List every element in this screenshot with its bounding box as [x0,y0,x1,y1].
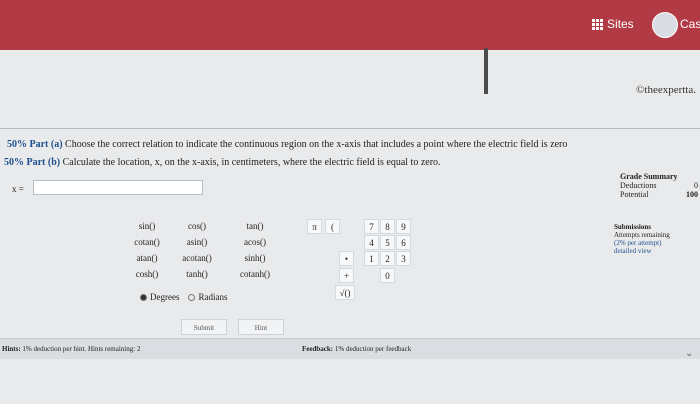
pi-button[interactable]: π [307,219,322,234]
part-a-label: 50% Part (a) [7,139,63,150]
sin-button[interactable]: sin() [122,221,172,231]
sqrt-button[interactable]: √() [335,285,355,300]
footer-bar: Hints: 1% deduction per hint. Hints rema… [0,338,700,359]
angle-mode: Degrees Radians [140,292,227,302]
plus-button[interactable]: + [339,268,354,283]
acos-button[interactable]: acos() [230,237,280,247]
key-0[interactable]: 0 [380,268,395,283]
user-label[interactable]: Cas [680,17,700,31]
key-1[interactable]: 1 [364,251,379,266]
key-9[interactable]: 9 [396,219,411,234]
deductions-label: Deductions [620,181,657,190]
degrees-label: Degrees [150,292,180,302]
key-3[interactable]: 3 [396,251,411,266]
feedback-label: Feedback: [302,345,334,353]
part-a-text: Choose the correct relation to indicate … [65,139,568,150]
radians-radio[interactable] [188,293,196,301]
paren-button[interactable]: ( [325,219,340,234]
part-b: 50% Part (b) Calculate the location, x, … [4,157,441,168]
cosh-button[interactable]: cosh() [122,269,172,279]
tan-button[interactable]: tan() [230,221,280,231]
dot-button[interactable]: • [339,251,354,266]
grid-icon [592,18,603,30]
key-4[interactable]: 4 [364,235,379,250]
submissions-title: Submissions [614,223,651,231]
x-label: x = [12,184,24,194]
submit-button[interactable]: Submit [181,319,227,335]
hints-text: deduction per hint. Hints remaining: [33,345,136,353]
deductions-value: 0 [694,181,698,190]
key-8[interactable]: 8 [380,219,395,234]
part-a: 50% Part (a) Choose the correct relation… [7,139,567,150]
x-input[interactable] [33,180,203,195]
detailed-view-link[interactable]: detailed view [614,247,670,255]
hint-button[interactable]: Hint [238,319,284,335]
feedback-info: Feedback: 1% deduction per feedback [302,345,411,353]
submissions: Submissions Attempts remaining (2% per a… [614,223,670,255]
key-2[interactable]: 2 [380,251,395,266]
asin-button[interactable]: asin() [172,237,222,247]
sinh-button[interactable]: sinh() [230,253,280,263]
key-5[interactable]: 5 [380,235,395,250]
separator [0,128,700,129]
hints-remaining: 2 [136,345,141,353]
key-6[interactable]: 6 [396,235,411,250]
grade-title: Grade Summary [620,172,678,181]
hints-pct: 1% [22,345,32,353]
atan-button[interactable]: atan() [122,253,172,263]
hints-label: Hints: [2,345,21,353]
feedback-pct: 1% [334,345,345,353]
part-b-text: Calculate the location, x, on the x-axis… [62,157,441,168]
per-attempt: (2% per attempt) [614,239,662,247]
chevron-down-icon[interactable]: ⌄ [685,348,693,359]
acotan-button[interactable]: acotan() [172,253,222,263]
brand-text: ©theexpertta. [636,84,696,96]
attempts-remaining: Attempts remaining [614,231,670,239]
cotan-button[interactable]: cotan() [122,237,172,247]
sites-label: Sites [607,17,634,31]
sites-menu[interactable]: Sites [592,17,634,31]
tanh-button[interactable]: tanh() [172,269,222,279]
degrees-radio[interactable] [140,293,147,301]
cos-button[interactable]: cos() [172,221,222,231]
radians-label: Radians [198,292,228,302]
top-bar: Sites Cas [0,0,700,50]
feedback-text: deduction per feedback [345,345,412,353]
cotanh-button[interactable]: cotanh() [230,269,280,279]
avatar[interactable] [652,12,678,38]
potential-label: Potential [620,190,649,199]
hints-info: Hints: 1% deduction per hint. Hints rema… [2,345,140,353]
grade-summary: Grade Summary Deductions 0 Potential 100 [620,172,698,199]
part-b-label: 50% Part (b) [4,157,61,168]
key-7[interactable]: 7 [364,219,379,234]
divider [484,48,488,94]
potential-value: 100 [686,190,698,199]
